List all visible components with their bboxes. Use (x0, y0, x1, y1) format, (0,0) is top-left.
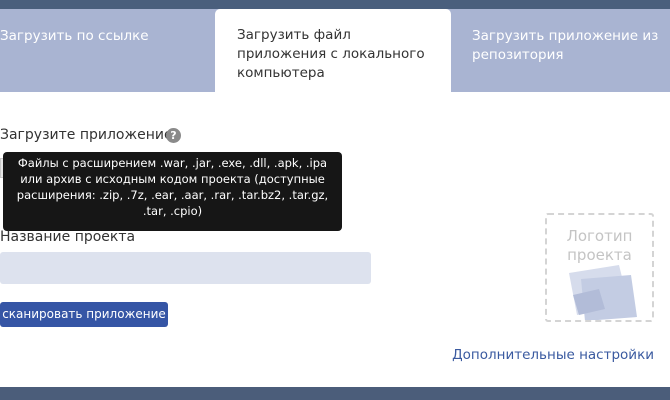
scan-app-button[interactable]: сканировать приложение (0, 302, 168, 327)
advanced-settings-link[interactable]: Дополнительные настройки (452, 347, 654, 363)
tab-upload-local-file[interactable]: Загрузить файл приложения с локального к… (215, 9, 451, 92)
project-logo-dropzone[interactable]: Логотип проекта (545, 213, 654, 322)
help-tooltip: Файлы с расширением .war, .jar, .exe, .d… (3, 152, 342, 231)
tab-upload-from-repository[interactable]: Загрузить приложение из репозитория (472, 9, 670, 92)
project-name-label: Название проекта (0, 229, 136, 245)
upload-app-label: Загрузите приложение (0, 127, 173, 143)
project-name-input[interactable] (0, 252, 371, 284)
footer-bar (0, 387, 670, 400)
help-icon[interactable]: ? (166, 128, 181, 143)
tab-bar: Загрузить по ссылке Загрузить файл прило… (0, 0, 670, 92)
tab-upload-by-link[interactable]: Загрузить по ссылке (0, 9, 214, 92)
image-placeholder-icon (569, 265, 637, 320)
logo-placeholder-text: Логотип проекта (566, 227, 633, 264)
